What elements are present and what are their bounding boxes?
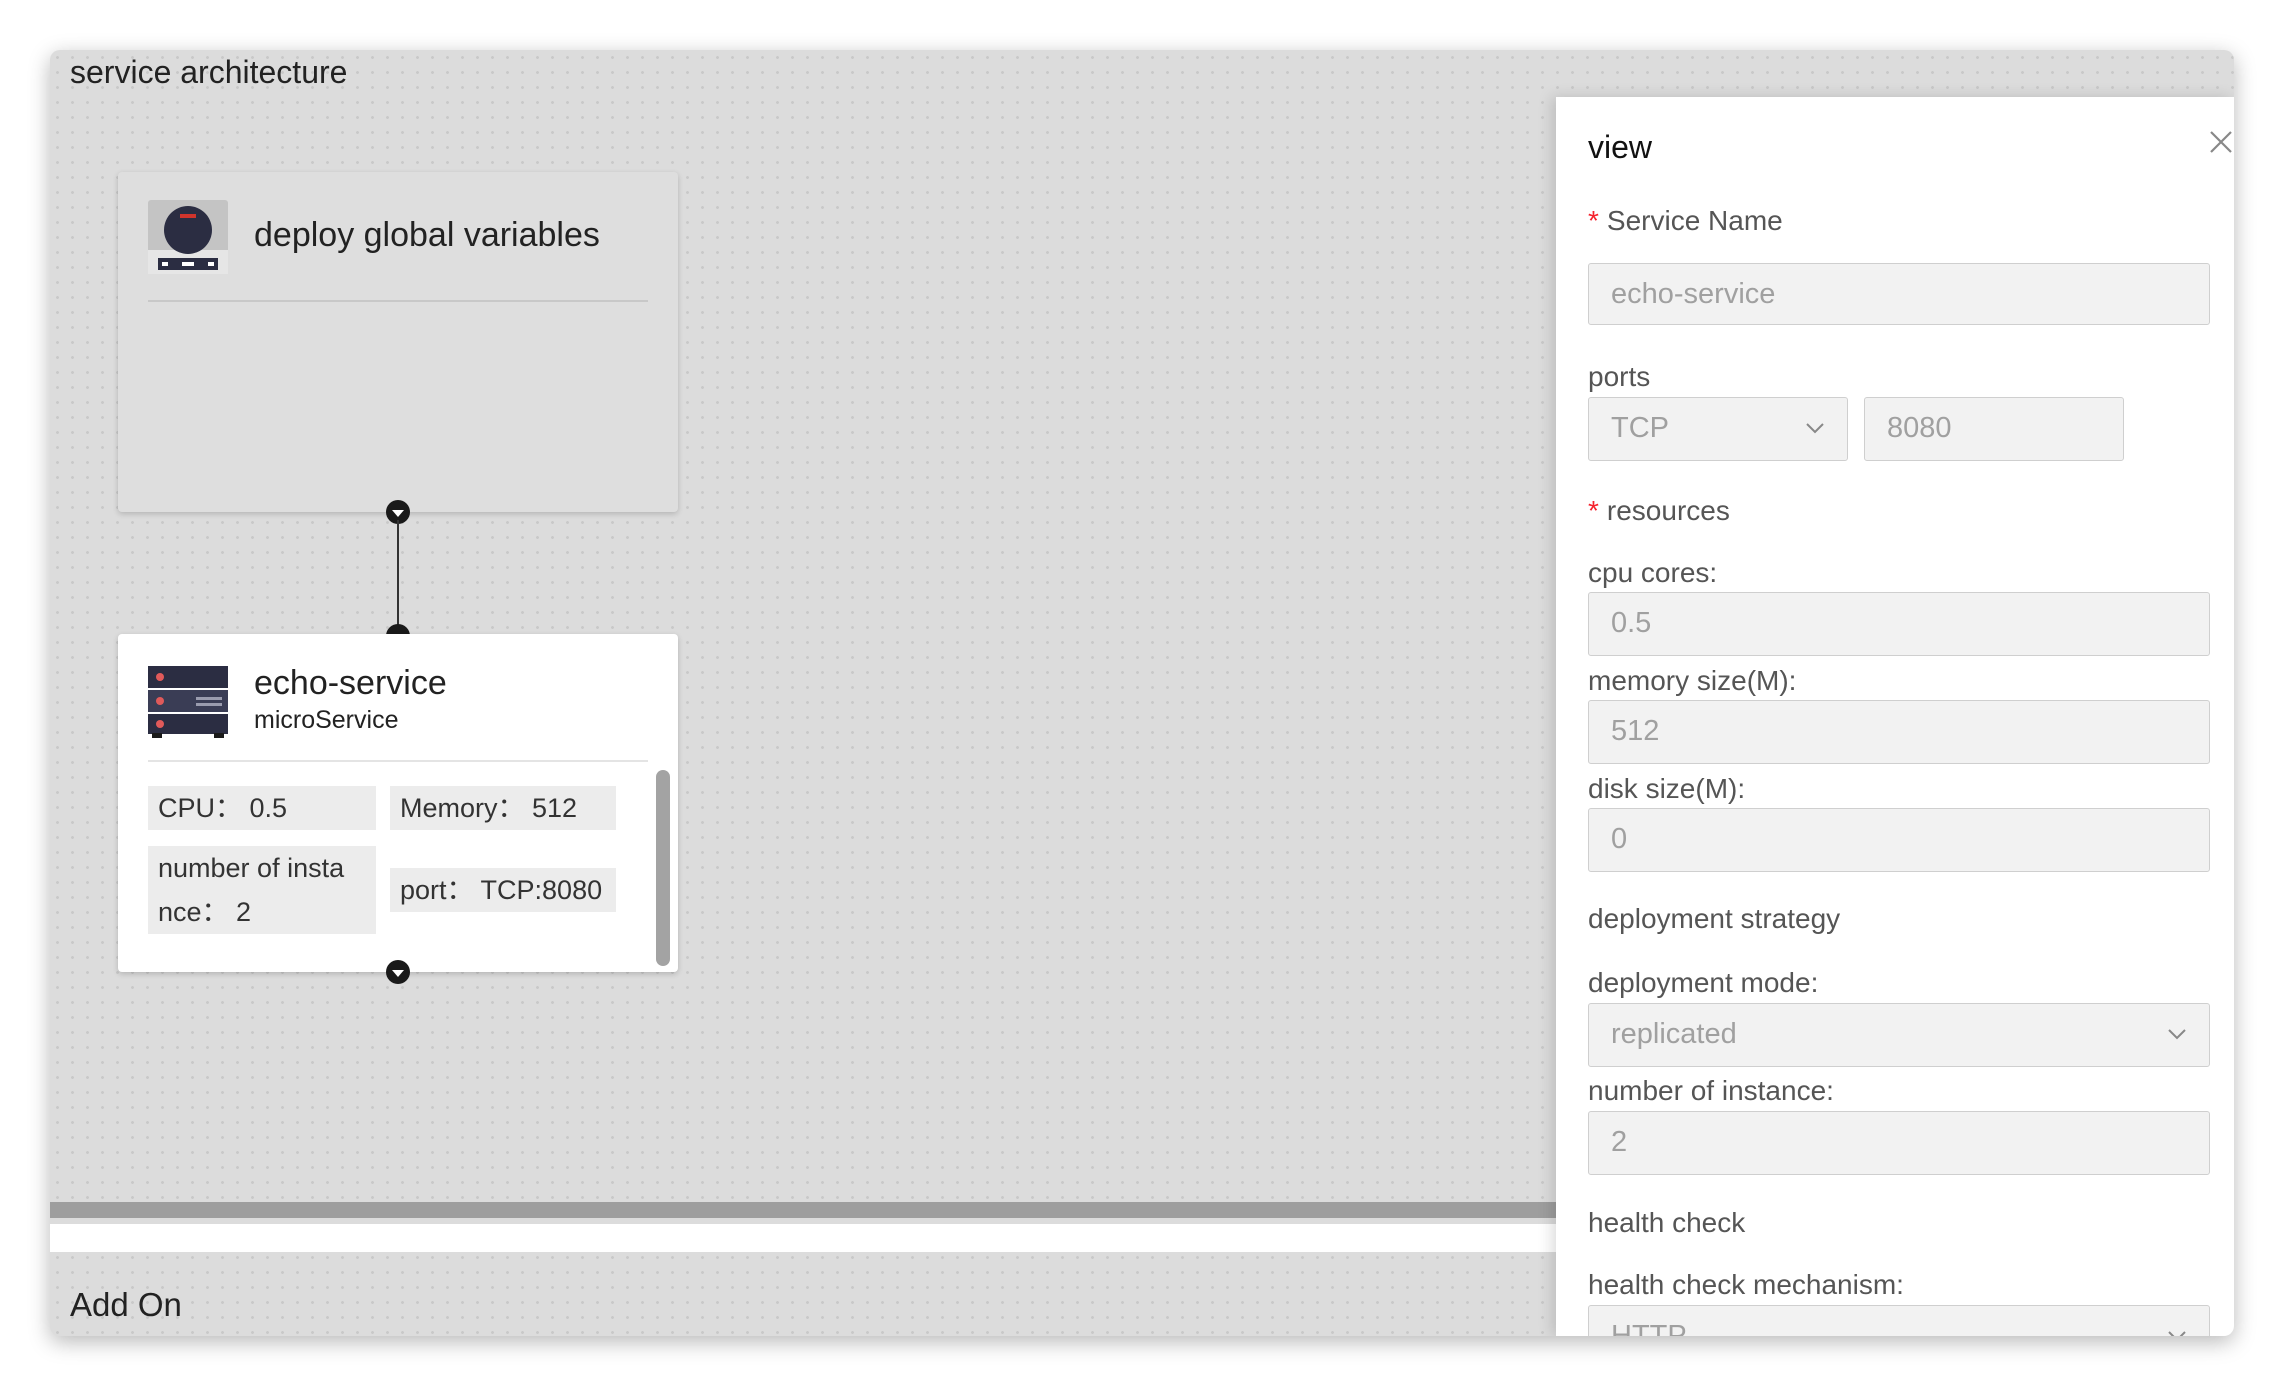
connector-line — [397, 520, 399, 628]
protocol-select[interactable]: TCP — [1588, 397, 1848, 461]
deployment-strategy-label: deployment strategy — [1588, 903, 1841, 934]
server-console-icon — [148, 200, 228, 274]
echo-service-card[interactable]: echo-service microService CPU： 0.5 Memor… — [118, 634, 678, 972]
panel-title: view — [1588, 129, 1653, 165]
resources-label-text: resources — [1606, 495, 1730, 526]
chevron-down-icon — [2168, 1331, 2186, 1336]
ports-label: ports — [1588, 361, 1651, 392]
chevron-down-icon — [2168, 1029, 2186, 1040]
service-name-label: * Service Name — [1588, 205, 1783, 237]
card-divider — [148, 760, 648, 762]
health-check-mechanism-value: HTTP — [1611, 1320, 1687, 1336]
memory-size-label: memory size(M): — [1588, 665, 1797, 696]
cpu-stat: CPU： 0.5 — [148, 786, 376, 830]
close-icon[interactable] — [2206, 127, 2234, 157]
server-rack-icon — [148, 666, 228, 740]
card-subtitle: microService — [254, 706, 399, 734]
instances-stat: number of insta nce： 2 — [148, 846, 376, 934]
memory-stat: Memory： 512 — [390, 786, 616, 830]
card-title: deploy global variables — [254, 216, 600, 254]
instances-stat-line1: number of insta — [158, 853, 345, 883]
port-input[interactable]: 8080 — [1864, 397, 2124, 461]
deployment-mode-select[interactable]: replicated — [1588, 1003, 2210, 1067]
deployment-mode-label: deployment mode: — [1588, 967, 1819, 998]
card-title: echo-service — [254, 664, 447, 702]
cpu-cores-label: cpu cores: — [1588, 557, 1718, 588]
disk-size-label: disk size(M): — [1588, 773, 1746, 804]
deployment-mode-value: replicated — [1611, 1018, 1737, 1050]
health-check-mechanism-label: health check mechanism: — [1588, 1269, 1904, 1300]
memory-size-input[interactable]: 512 — [1588, 700, 2210, 764]
protocol-select-value: TCP — [1611, 412, 1669, 444]
disk-size-input[interactable]: 0 — [1588, 808, 2210, 872]
required-mark: * — [1588, 205, 1599, 236]
health-check-mechanism-select[interactable]: HTTP — [1588, 1305, 2210, 1336]
service-name-input[interactable]: echo-service — [1588, 263, 2210, 325]
output-port[interactable] — [386, 960, 410, 984]
architecture-window: service architecture deploy global varia… — [50, 50, 2234, 1336]
required-mark: * — [1588, 495, 1599, 526]
global-variables-card[interactable]: deploy global variables — [118, 172, 678, 512]
view-panel: view * Service Name echo-service ports TC… — [1556, 97, 2234, 1336]
resources-label: * resources — [1588, 495, 1730, 527]
addon-title: Add On — [70, 1286, 182, 1323]
number-of-instance-input[interactable]: 2 — [1588, 1111, 2210, 1175]
health-check-label: health check — [1588, 1207, 1746, 1238]
port-stat: port： TCP:8080 — [390, 868, 616, 912]
section-separator — [50, 1224, 1556, 1252]
chevron-down-icon — [1806, 423, 1824, 434]
card-divider — [148, 300, 648, 302]
card-scrollbar[interactable] — [656, 770, 670, 966]
instances-stat-line2: nce： 2 — [158, 897, 252, 927]
cpu-cores-input[interactable]: 0.5 — [1588, 592, 2210, 656]
horizontal-scrollbar[interactable] — [50, 1202, 1556, 1218]
section-title: service architecture — [70, 54, 348, 90]
number-of-instance-label: number of instance: — [1588, 1075, 1834, 1106]
service-name-label-text: Service Name — [1606, 205, 1783, 236]
